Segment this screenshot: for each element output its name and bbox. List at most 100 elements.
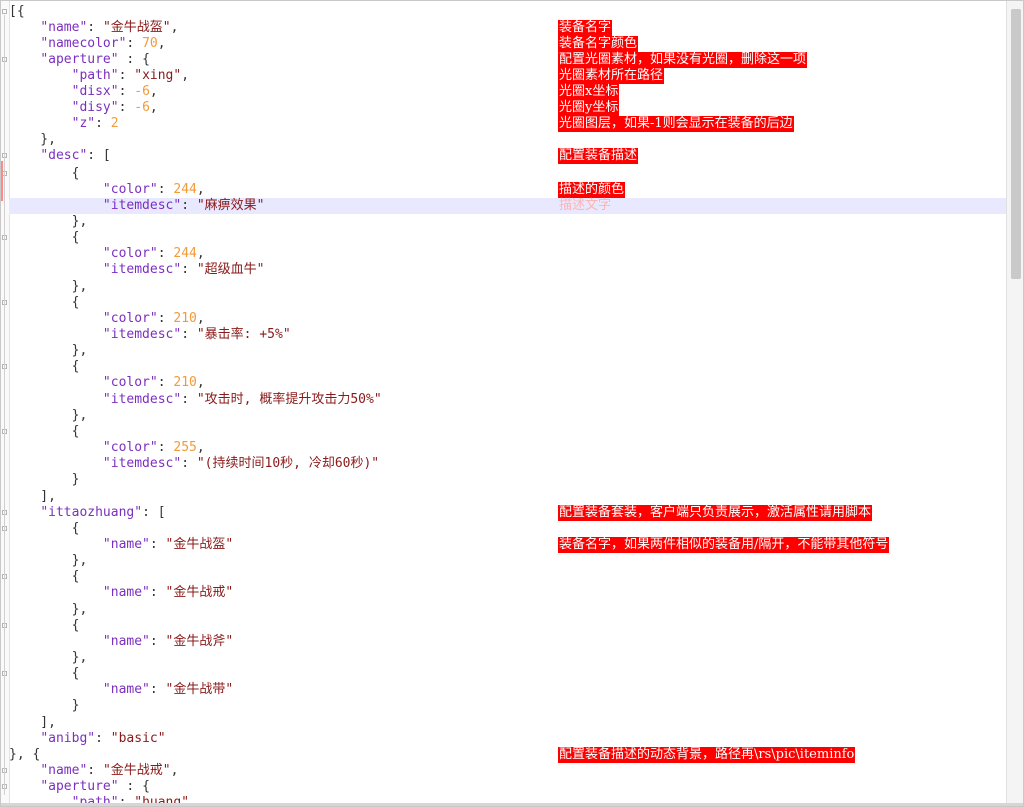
code-line[interactable]: }, bbox=[9, 132, 1009, 148]
json-punct: : bbox=[181, 456, 197, 472]
horizontal-scrollbar[interactable] bbox=[1, 803, 1023, 806]
code-line[interactable]: }, { bbox=[9, 747, 1009, 763]
code-line[interactable]: { bbox=[9, 618, 1009, 634]
json-punct: : bbox=[157, 310, 174, 326]
json-string: "金牛战盔" bbox=[102, 20, 171, 35]
json-key: "color" bbox=[102, 440, 158, 456]
json-punct: : { bbox=[118, 779, 150, 795]
json-punct: : bbox=[149, 585, 166, 601]
vertical-scrollbar[interactable] bbox=[1006, 1, 1023, 806]
code-line[interactable]: "itemdesc": "暴击率: +5%" bbox=[9, 327, 1009, 343]
code-line[interactable]: } bbox=[9, 472, 1009, 488]
code-line[interactable]: { bbox=[9, 359, 1009, 375]
json-string: "金牛战戒" bbox=[165, 585, 234, 601]
json-punct: }, bbox=[9, 553, 88, 569]
code-line[interactable]: "color": 210, bbox=[9, 311, 1009, 327]
json-string: "金牛战盔" bbox=[165, 536, 234, 552]
fold-toggle-icon[interactable] bbox=[2, 9, 7, 14]
code-line[interactable]: }, bbox=[9, 214, 1009, 230]
json-punct: , bbox=[149, 84, 158, 99]
json-string: "暴击率: +5%" bbox=[196, 327, 291, 342]
json-punct bbox=[9, 537, 103, 552]
code-line[interactable]: "anibg": "basic" bbox=[9, 731, 1009, 747]
code-line[interactable]: [{ bbox=[9, 4, 1009, 20]
code-line[interactable]: { bbox=[9, 424, 1009, 440]
json-punct: }, bbox=[9, 343, 88, 359]
json-punct: : { bbox=[118, 52, 150, 67]
code-line[interactable]: "color": 244, bbox=[9, 246, 1009, 262]
json-punct: , bbox=[196, 440, 205, 456]
code-line[interactable]: { bbox=[9, 230, 1009, 246]
code-line[interactable]: "itemdesc": "超级血牛" bbox=[9, 262, 1009, 278]
code-line[interactable]: "color": 210, bbox=[9, 375, 1009, 391]
code-line[interactable]: "itemdesc": "(持续时间10秒, 冷却60秒)" bbox=[9, 456, 1009, 472]
code-line[interactable]: }, bbox=[9, 602, 1009, 618]
json-key: "itemdesc" bbox=[102, 327, 182, 342]
json-punct: : bbox=[181, 262, 197, 278]
code-line[interactable]: }, bbox=[9, 650, 1009, 666]
code-line[interactable]: }, bbox=[9, 553, 1009, 569]
json-punct bbox=[9, 456, 103, 471]
code-line[interactable]: "z": 2 bbox=[9, 116, 1009, 132]
code-line[interactable]: "aperture" : { bbox=[9, 779, 1009, 795]
code-line[interactable]: "color": 255, bbox=[9, 440, 1009, 456]
code-line[interactable]: { bbox=[9, 166, 1009, 182]
code-line[interactable]: } bbox=[9, 698, 1009, 714]
annotation-note: 配置装备描述 bbox=[558, 148, 639, 164]
json-key: "disy" bbox=[71, 100, 119, 115]
code-line[interactable]: "itemdesc": "麻痹效果" bbox=[9, 197, 1009, 214]
json-key: "name" bbox=[102, 682, 150, 698]
json-key: "color" bbox=[102, 310, 158, 326]
json-punct: { bbox=[9, 569, 80, 585]
code-line[interactable]: ], bbox=[9, 715, 1009, 731]
code-line[interactable]: ], bbox=[9, 489, 1009, 505]
json-punct: } bbox=[9, 472, 80, 488]
code-line[interactable]: "path": "xing", bbox=[9, 68, 1009, 84]
code-line[interactable]: "name": "金牛战戒" bbox=[9, 585, 1009, 601]
code-line[interactable]: "name": "金牛战斧" bbox=[9, 634, 1009, 650]
code-line[interactable]: "disx": -6, bbox=[9, 84, 1009, 100]
code-line[interactable]: "disy": -6, bbox=[9, 100, 1009, 116]
code-line[interactable]: { bbox=[9, 521, 1009, 537]
code-line[interactable]: "desc": [ bbox=[9, 148, 1009, 164]
code-line[interactable]: }, bbox=[9, 279, 1009, 295]
json-punct: , bbox=[170, 763, 179, 779]
code-line[interactable]: }, bbox=[9, 408, 1009, 424]
code-area[interactable]: [{ "name": "金牛战盔", "namecolor": 70, "ape… bbox=[9, 1, 1009, 806]
code-line[interactable]: { bbox=[9, 666, 1009, 682]
json-string: "basic" bbox=[110, 730, 166, 746]
json-punct: { bbox=[9, 617, 80, 633]
json-punct: : bbox=[181, 197, 197, 213]
json-punct: { bbox=[9, 423, 80, 439]
json-punct: }, bbox=[9, 213, 88, 229]
json-punct: }, bbox=[9, 650, 88, 665]
json-punct: ], bbox=[9, 714, 56, 730]
scrollbar-thumb[interactable] bbox=[1011, 9, 1021, 279]
json-punct: , bbox=[149, 100, 158, 115]
code-line[interactable]: { bbox=[9, 295, 1009, 311]
code-line[interactable]: "name": "金牛战带" bbox=[9, 682, 1009, 698]
code-line[interactable]: "itemdesc": "攻击时, 概率提升攻击力50%" bbox=[9, 392, 1009, 408]
change-marker bbox=[1, 161, 3, 201]
json-punct: { bbox=[9, 666, 80, 682]
json-string: "攻击时, 概率提升攻击力50%" bbox=[196, 391, 382, 407]
json-key: "color" bbox=[102, 246, 158, 262]
code-line[interactable]: "namecolor": 70, bbox=[9, 36, 1009, 52]
code-line[interactable]: "name": "金牛战戒", bbox=[9, 763, 1009, 779]
code-line[interactable]: { bbox=[9, 569, 1009, 585]
code-line[interactable]: }, bbox=[9, 343, 1009, 359]
json-punct bbox=[9, 375, 103, 390]
json-key: "name" bbox=[40, 20, 88, 35]
json-key: "itemdesc" bbox=[102, 456, 182, 472]
code-line[interactable]: "aperture" : { bbox=[9, 52, 1009, 68]
json-punct bbox=[9, 763, 40, 778]
json-punct bbox=[9, 84, 72, 99]
json-editor[interactable]: [{ "name": "金牛战盔", "namecolor": 70, "ape… bbox=[0, 0, 1024, 807]
code-line[interactable]: "color": 244, bbox=[9, 182, 1009, 198]
code-line[interactable]: "name": "金牛战盔", bbox=[9, 20, 1009, 36]
annotation-note: 光圈x坐标 bbox=[558, 84, 620, 100]
json-string: "金牛战戒" bbox=[102, 763, 171, 779]
json-punct: }, bbox=[9, 407, 88, 423]
json-key: "itemdesc" bbox=[102, 391, 182, 407]
json-punct bbox=[9, 182, 103, 197]
